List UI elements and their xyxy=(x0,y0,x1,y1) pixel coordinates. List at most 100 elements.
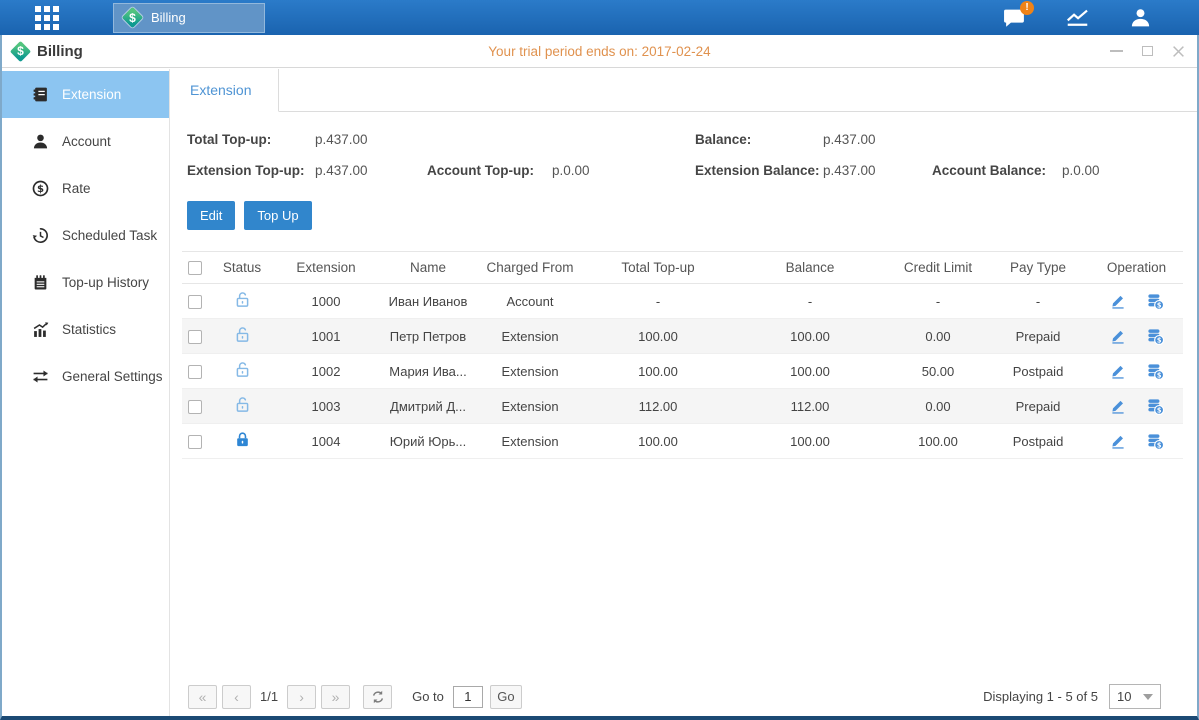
account-topup-value: p.0.00 xyxy=(552,163,695,178)
sliders-icon xyxy=(32,368,49,385)
close-icon[interactable] xyxy=(1171,44,1185,58)
topup-row-icon[interactable] xyxy=(1147,433,1164,450)
account-topup-label: Account Top-up: xyxy=(427,163,552,178)
col-extension: Extension xyxy=(270,260,382,275)
minimize-icon[interactable] xyxy=(1109,44,1123,58)
notebook-icon xyxy=(32,274,49,291)
topup-row-icon[interactable] xyxy=(1147,293,1164,310)
next-page-button[interactable]: › xyxy=(287,685,316,709)
desktop-taskbar: $ Billing ! xyxy=(0,0,1199,35)
extension-balance-label: Extension Balance: xyxy=(695,163,823,178)
balance-label: Balance: xyxy=(695,132,823,147)
extension-topup-label: Extension Top-up: xyxy=(187,163,315,178)
maximize-icon[interactable] xyxy=(1140,44,1154,58)
billing-window-icon: $ xyxy=(11,42,30,61)
row-checkbox[interactable] xyxy=(188,365,202,379)
goto-page-input[interactable] xyxy=(453,686,483,708)
edit-row-icon[interactable] xyxy=(1110,293,1126,309)
first-page-button[interactable]: « xyxy=(188,685,217,709)
main-content: Extension Total Top-up: p.437.00 Balance… xyxy=(170,69,1197,716)
trial-notice: Your trial period ends on: 2017-02-24 xyxy=(2,44,1197,59)
col-balance: Balance xyxy=(730,260,890,275)
billing-window: $ Billing Your trial period ends on: 201… xyxy=(0,35,1199,720)
total-topup-value: p.437.00 xyxy=(315,132,427,147)
billing-app-icon: $ xyxy=(123,8,142,27)
col-credit-limit: Credit Limit xyxy=(890,260,986,275)
select-all-checkbox[interactable] xyxy=(188,261,202,275)
sidebar-item-extension[interactable]: Extension xyxy=(2,71,169,118)
sidebar-item-topup-history[interactable]: Top-up History xyxy=(2,259,169,306)
unlocked-icon xyxy=(234,396,251,413)
row-checkbox[interactable] xyxy=(188,435,202,449)
tab-extension[interactable]: Extension xyxy=(170,69,279,112)
col-status: Status xyxy=(214,260,270,275)
pagination-bar: « ‹ 1/1 › » Go to Go Displaying 1 - 5 of… xyxy=(188,684,1161,709)
taskbar-item-label: Billing xyxy=(151,10,186,25)
contacts-book-icon xyxy=(32,86,49,103)
window-title: $ Billing xyxy=(11,42,83,61)
person-icon xyxy=(32,133,49,150)
balance-value: p.437.00 xyxy=(823,132,932,147)
refresh-button[interactable] xyxy=(363,685,392,709)
sidebar-item-general-settings[interactable]: General Settings xyxy=(2,353,169,400)
sidebar-item-account[interactable]: Account xyxy=(2,118,169,165)
topup-row-icon[interactable] xyxy=(1147,363,1164,380)
refresh-icon xyxy=(371,690,385,704)
history-clock-icon xyxy=(32,227,49,244)
displaying-text: Displaying 1 - 5 of 5 xyxy=(983,689,1098,704)
sidebar-item-rate[interactable]: Rate xyxy=(2,165,169,212)
table-row[interactable]: 1004 Юрий Юрь... Extension 100.00 100.00… xyxy=(182,424,1183,459)
edit-row-icon[interactable] xyxy=(1110,328,1126,344)
extension-balance-value: p.437.00 xyxy=(823,163,932,178)
edit-row-icon[interactable] xyxy=(1110,433,1126,449)
resource-monitor-icon[interactable] xyxy=(1064,7,1090,29)
table-row[interactable]: 1003 Дмитрий Д... Extension 112.00 112.0… xyxy=(182,389,1183,424)
topup-row-icon[interactable] xyxy=(1147,328,1164,345)
last-page-button[interactable]: » xyxy=(321,685,350,709)
table-row[interactable]: 1000 Иван Иванов Account - - - - xyxy=(182,284,1183,319)
page-size-select[interactable]: 10 xyxy=(1109,684,1161,709)
tab-bar: Extension xyxy=(170,69,1197,112)
app-launcher-grid-icon[interactable] xyxy=(35,6,59,30)
prev-page-button[interactable]: ‹ xyxy=(222,685,251,709)
edit-button[interactable]: Edit xyxy=(187,201,235,230)
col-name: Name xyxy=(382,260,474,275)
taskbar-item-billing[interactable]: $ Billing xyxy=(113,3,265,33)
account-balance-label: Account Balance: xyxy=(932,163,1062,178)
page-indicator: 1/1 xyxy=(260,689,278,704)
window-titlebar: $ Billing Your trial period ends on: 201… xyxy=(2,35,1197,68)
chevron-down-icon xyxy=(1143,694,1153,700)
row-checkbox[interactable] xyxy=(188,295,202,309)
sidebar-item-statistics[interactable]: Statistics xyxy=(2,306,169,353)
sidebar-item-scheduled-task[interactable]: Scheduled Task xyxy=(2,212,169,259)
table-row[interactable]: 1002 Мария Ива... Extension 100.00 100.0… xyxy=(182,354,1183,389)
table-row[interactable]: 1001 Петр Петров Extension 100.00 100.00… xyxy=(182,319,1183,354)
go-button[interactable]: Go xyxy=(490,685,522,709)
notification-badge: ! xyxy=(1020,1,1034,15)
goto-label: Go to xyxy=(412,689,444,704)
account-balance-value: p.0.00 xyxy=(1062,163,1183,178)
sidebar: Extension Account Rate Scheduled Task To… xyxy=(2,69,170,716)
col-pay-type: Pay Type xyxy=(986,260,1090,275)
edit-row-icon[interactable] xyxy=(1110,363,1126,379)
table-header-row: Status Extension Name Charged From Total… xyxy=(182,251,1183,284)
edit-row-icon[interactable] xyxy=(1110,398,1126,414)
dollar-circle-icon xyxy=(32,180,49,197)
user-account-icon[interactable] xyxy=(1127,7,1153,29)
total-topup-label: Total Top-up: xyxy=(187,132,315,147)
messages-icon[interactable]: ! xyxy=(1001,7,1027,29)
bar-chart-icon xyxy=(32,321,49,338)
topup-row-icon[interactable] xyxy=(1147,398,1164,415)
col-operation: Operation xyxy=(1090,260,1183,275)
extension-topup-value: p.437.00 xyxy=(315,163,427,178)
balance-summary: Total Top-up: p.437.00 Balance: p.437.00… xyxy=(170,112,1197,178)
unlocked-icon xyxy=(234,291,251,308)
row-checkbox[interactable] xyxy=(188,330,202,344)
col-total-topup: Total Top-up xyxy=(586,260,730,275)
unlocked-icon xyxy=(234,326,251,343)
col-charged-from: Charged From xyxy=(474,260,586,275)
row-checkbox[interactable] xyxy=(188,400,202,414)
extensions-table: Status Extension Name Charged From Total… xyxy=(182,251,1183,459)
unlocked-icon xyxy=(234,361,251,378)
top-up-button[interactable]: Top Up xyxy=(244,201,311,230)
